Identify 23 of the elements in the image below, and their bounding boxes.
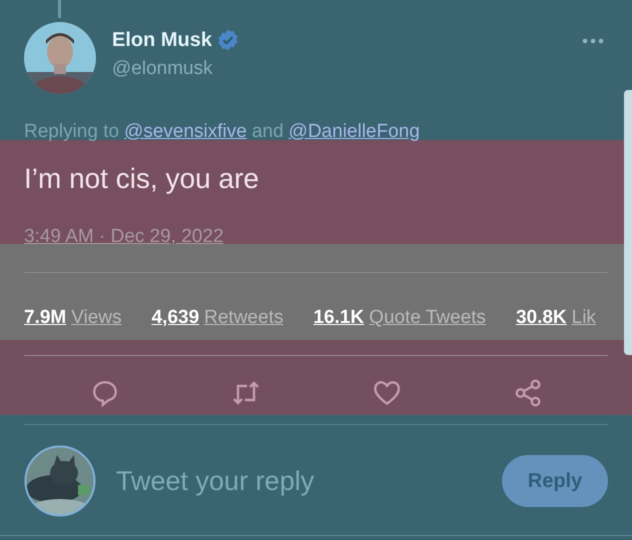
stat-count[interactable]: 4,639	[152, 307, 200, 331]
more-icon[interactable]	[582, 38, 604, 44]
share-icon[interactable]	[512, 378, 542, 408]
timestamp-link[interactable]: 3:49 AM · Dec 29, 2022	[24, 226, 224, 248]
stat-label[interactable]: Retweets	[204, 307, 284, 331]
stat-count[interactable]: 30.8K	[516, 307, 567, 331]
thread-line	[58, 0, 61, 18]
stat-count[interactable]: 7.9M	[24, 307, 66, 331]
reply-button[interactable]: Reply	[502, 455, 608, 507]
scrollbar[interactable]	[624, 90, 632, 355]
stat-label[interactable]: Views	[71, 307, 122, 331]
mention-link[interactable]: @sevensixfive	[124, 121, 247, 143]
author-name[interactable]: Elon Musk	[112, 28, 212, 52]
tweet-text: I’m not cis, you are	[24, 162, 260, 196]
mention-link[interactable]: @DanielleFong	[288, 121, 420, 143]
stat-label[interactable]: Quote Tweets	[369, 307, 486, 331]
stat-label[interactable]: Lik	[572, 307, 596, 331]
stat-count[interactable]: 16.1K	[313, 307, 364, 331]
heart-icon[interactable]	[372, 378, 402, 408]
replying-label: Replying to	[24, 121, 120, 143]
replying-label: and	[252, 121, 284, 143]
author-handle[interactable]: @elonmusk	[112, 58, 213, 80]
reply-field[interactable]: Tweet your reply	[114, 464, 502, 498]
